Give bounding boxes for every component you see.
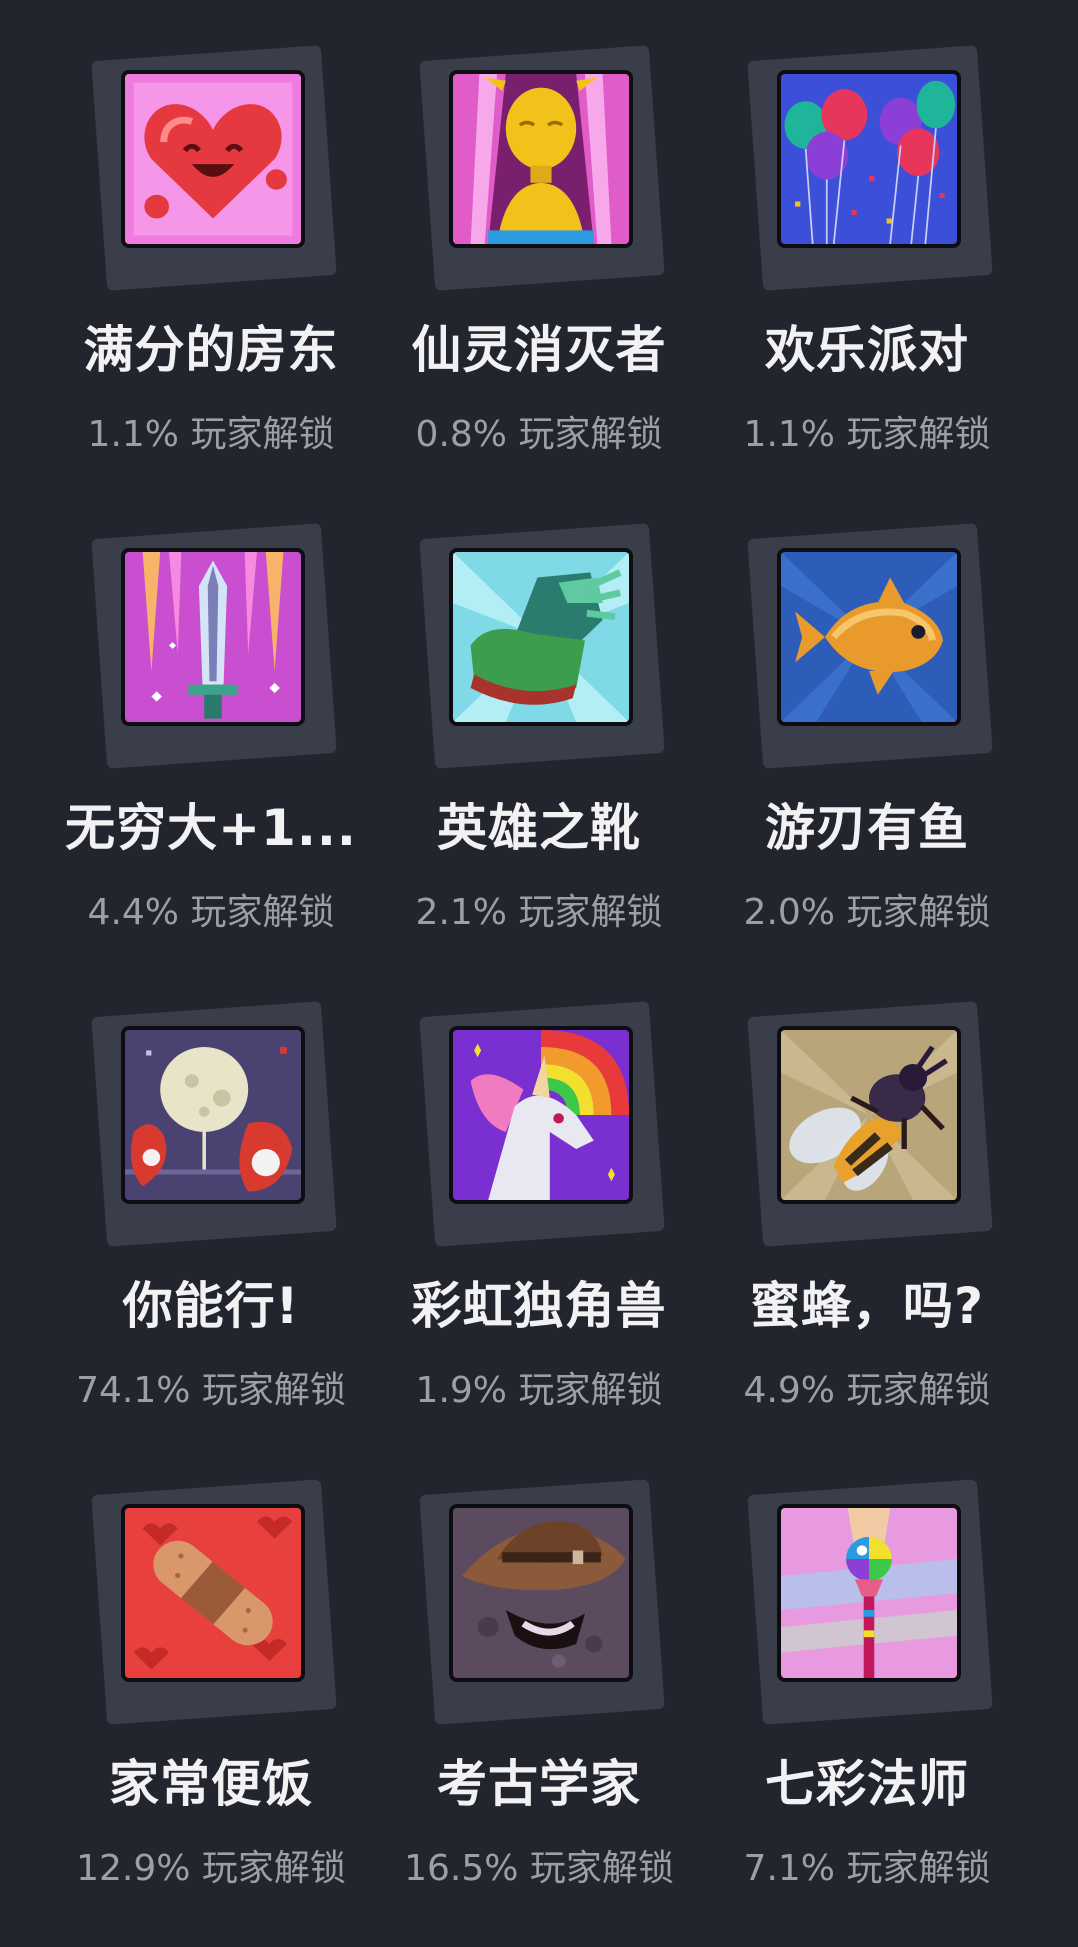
fairy-icon (449, 70, 633, 248)
achievement-card[interactable]: 满分的房东 1.1% 玩家解锁 (47, 0, 375, 470)
achievement-title: 无穷大+1... (65, 799, 357, 857)
icon-frame (419, 1001, 665, 1247)
icon-frame (747, 1479, 993, 1725)
achievement-title: 家常便饭 (109, 1755, 313, 1813)
goldfish-icon (777, 548, 961, 726)
unlock-rate: 16.5% 玩家解锁 (404, 1848, 674, 1889)
icon-frame (91, 1479, 337, 1725)
achievement-title: 英雄之靴 (437, 799, 641, 857)
bee-icon (777, 1026, 961, 1204)
achievement-title: 满分的房东 (83, 321, 339, 379)
archaeologist-hat-icon (449, 1504, 633, 1682)
unlock-rate: 1.9% 玩家解锁 (415, 1370, 663, 1411)
boot-icon (449, 548, 633, 726)
icon-frame (747, 45, 993, 291)
unlock-rate: 1.1% 玩家解锁 (743, 414, 991, 455)
achievement-card[interactable]: 英雄之靴 2.1% 玩家解锁 (375, 478, 703, 948)
achievement-title: 蜜蜂，吗? (749, 1277, 984, 1335)
unlock-rate: 4.4% 玩家解锁 (87, 892, 335, 933)
achievement-card[interactable]: 你能行! 74.1% 玩家解锁 (47, 956, 375, 1426)
sword-icon (121, 548, 305, 726)
moon-crab-icon (121, 1026, 305, 1204)
icon-frame (419, 1479, 665, 1725)
achievement-card[interactable]: 无穷大+1... 4.4% 玩家解锁 (47, 478, 375, 948)
achievement-title: 考古学家 (437, 1755, 641, 1813)
achievement-title: 仙灵消灭者 (411, 321, 667, 379)
achievement-card[interactable]: 欢乐派对 1.1% 玩家解锁 (703, 0, 1031, 470)
unlock-rate: 2.0% 玩家解锁 (743, 892, 991, 933)
unlock-rate: 12.9% 玩家解锁 (76, 1848, 346, 1889)
icon-frame (747, 1001, 993, 1247)
achievement-card[interactable]: 彩虹独角兽 1.9% 玩家解锁 (375, 956, 703, 1426)
icon-frame (419, 45, 665, 291)
rainbow-staff-icon (777, 1504, 961, 1682)
achievement-card[interactable]: 游刃有鱼 2.0% 玩家解锁 (703, 478, 1031, 948)
achievement-title: 七彩法师 (765, 1755, 969, 1813)
bandage-icon (121, 1504, 305, 1682)
unlock-rate: 0.8% 玩家解锁 (415, 414, 663, 455)
achievement-card[interactable]: 家常便饭 12.9% 玩家解锁 (47, 1434, 375, 1904)
achievement-card[interactable]: 蜜蜂，吗? 4.9% 玩家解锁 (703, 956, 1031, 1426)
achievement-title: 你能行! (122, 1277, 300, 1335)
achievement-title: 彩虹独角兽 (411, 1277, 667, 1335)
balloons-icon (777, 70, 961, 248)
achievement-title: 游刃有鱼 (765, 799, 969, 857)
unlock-rate: 2.1% 玩家解锁 (415, 892, 663, 933)
icon-frame (91, 45, 337, 291)
achievement-card[interactable]: 考古学家 16.5% 玩家解锁 (375, 1434, 703, 1904)
icon-frame (91, 1001, 337, 1247)
unlock-rate: 7.1% 玩家解锁 (743, 1848, 991, 1889)
achievement-card[interactable]: 七彩法师 7.1% 玩家解锁 (703, 1434, 1031, 1904)
unicorn-icon (449, 1026, 633, 1204)
icon-frame (91, 523, 337, 769)
icon-frame (419, 523, 665, 769)
unlock-rate: 4.9% 玩家解锁 (743, 1370, 991, 1411)
unlock-rate: 1.1% 玩家解锁 (87, 414, 335, 455)
icon-frame (747, 523, 993, 769)
achievement-card[interactable]: 仙灵消灭者 0.8% 玩家解锁 (375, 0, 703, 470)
smiling-heart-icon (121, 70, 305, 248)
unlock-rate: 74.1% 玩家解锁 (76, 1370, 346, 1411)
achievement-title: 欢乐派对 (765, 321, 969, 379)
